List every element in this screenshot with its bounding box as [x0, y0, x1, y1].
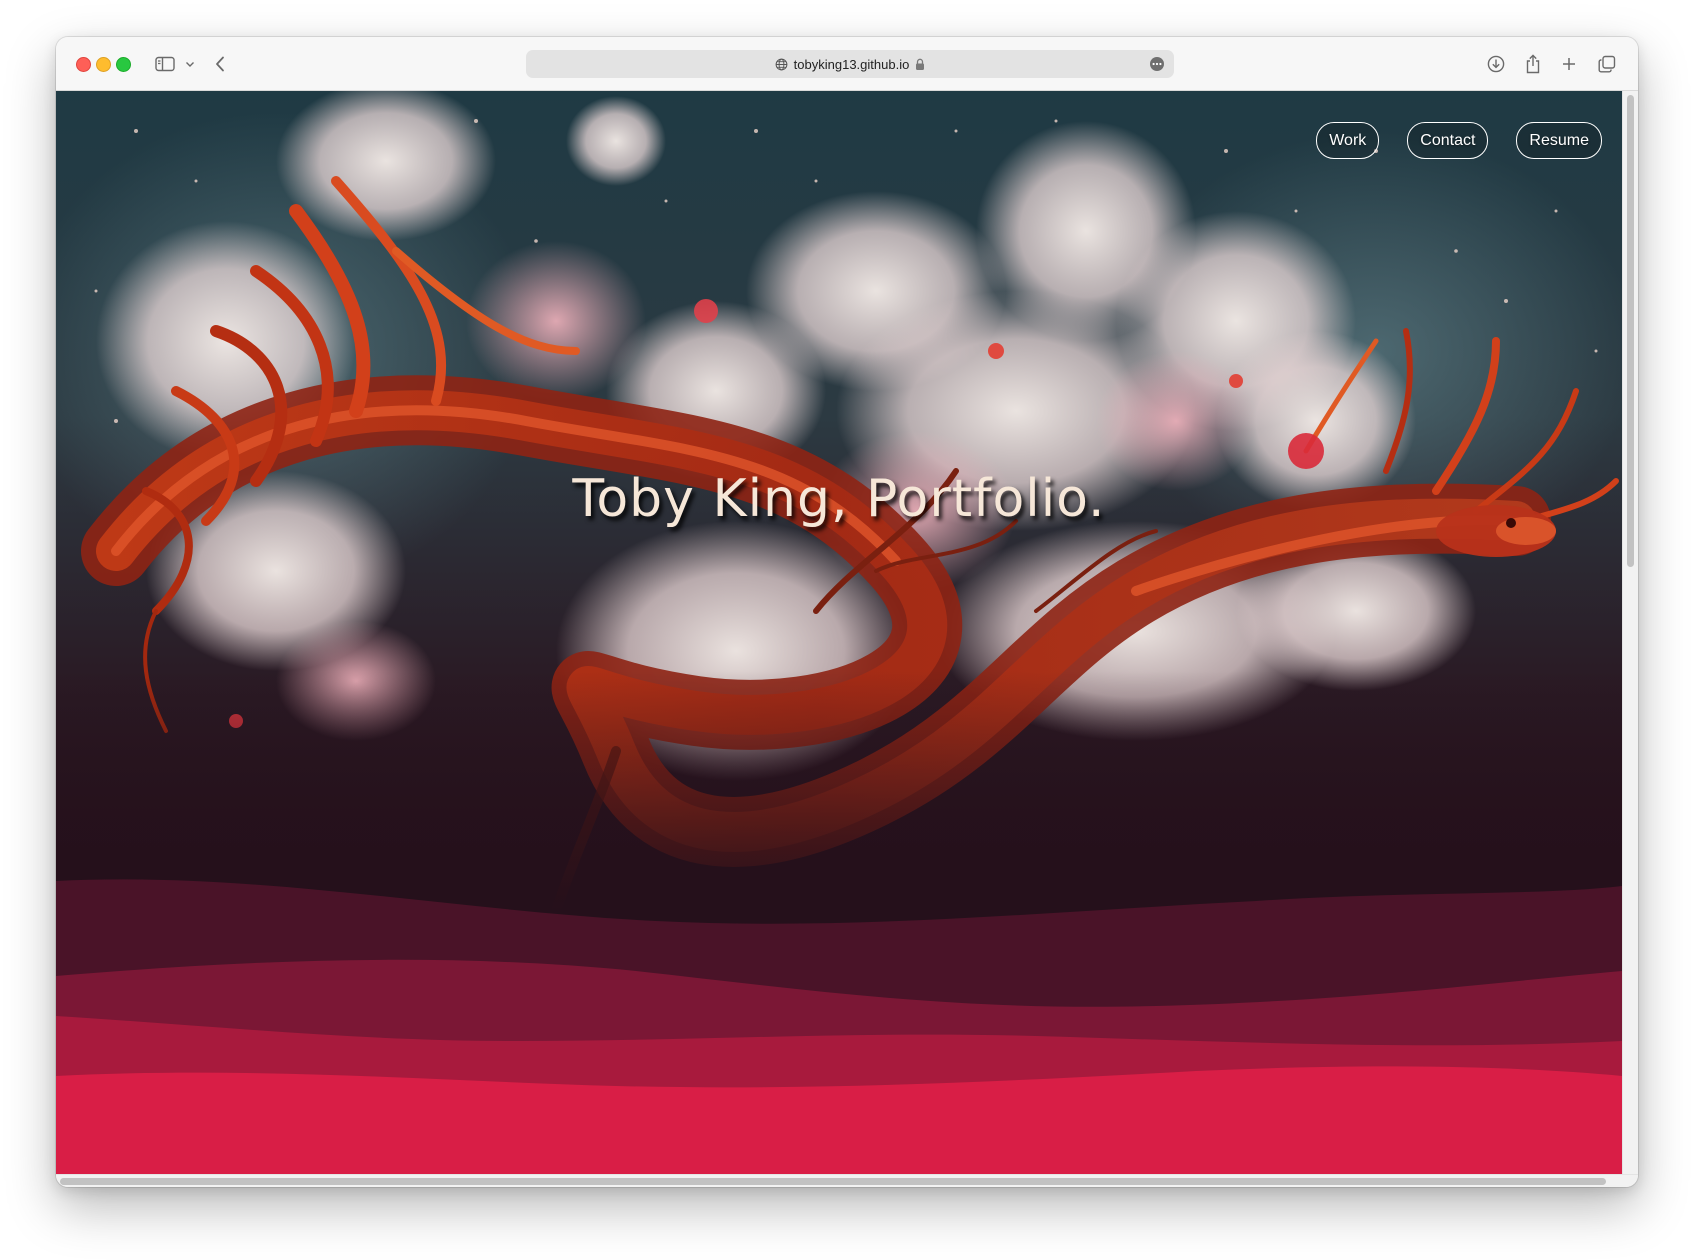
download-icon[interactable]: [1486, 52, 1506, 76]
sidebar-toggle-icon[interactable]: [154, 52, 176, 76]
globe-icon: [775, 58, 788, 71]
new-tab-icon[interactable]: [1561, 52, 1577, 76]
tab-overview-icon[interactable]: [1597, 52, 1617, 76]
vertical-scrollbar-thumb[interactable]: [1627, 95, 1634, 567]
page-viewport: Work Contact Resume Toby King, Portfolio…: [56, 91, 1622, 1174]
top-nav: Work Contact Resume: [1316, 122, 1602, 159]
lock-icon: [915, 58, 925, 71]
zoom-window-button[interactable]: [116, 57, 131, 72]
browser-toolbar: tobyking13.github.io: [56, 37, 1638, 91]
browser-window: tobyking13.github.io Work Contact Resume…: [56, 37, 1638, 1187]
vertical-scrollbar[interactable]: [1622, 91, 1638, 1174]
back-arrow-icon[interactable]: [213, 52, 227, 76]
hero-title: Toby King, Portfolio.: [572, 469, 1106, 529]
address-bar[interactable]: tobyking13.github.io: [526, 50, 1174, 78]
chevron-down-icon[interactable]: [184, 52, 196, 76]
close-window-button[interactable]: [76, 57, 91, 72]
nav-contact-button[interactable]: Contact: [1407, 122, 1489, 159]
url-text: tobyking13.github.io: [793, 56, 910, 72]
nav-work-button[interactable]: Work: [1316, 122, 1380, 159]
horizontal-scrollbar-thumb[interactable]: [60, 1178, 1606, 1185]
more-options-icon[interactable]: [1150, 57, 1164, 71]
share-icon[interactable]: [1524, 52, 1542, 76]
nav-resume-button[interactable]: Resume: [1516, 122, 1602, 159]
hero-background-image: [56, 91, 1622, 1174]
minimize-window-button[interactable]: [96, 57, 111, 72]
horizontal-scrollbar[interactable]: [56, 1174, 1638, 1187]
